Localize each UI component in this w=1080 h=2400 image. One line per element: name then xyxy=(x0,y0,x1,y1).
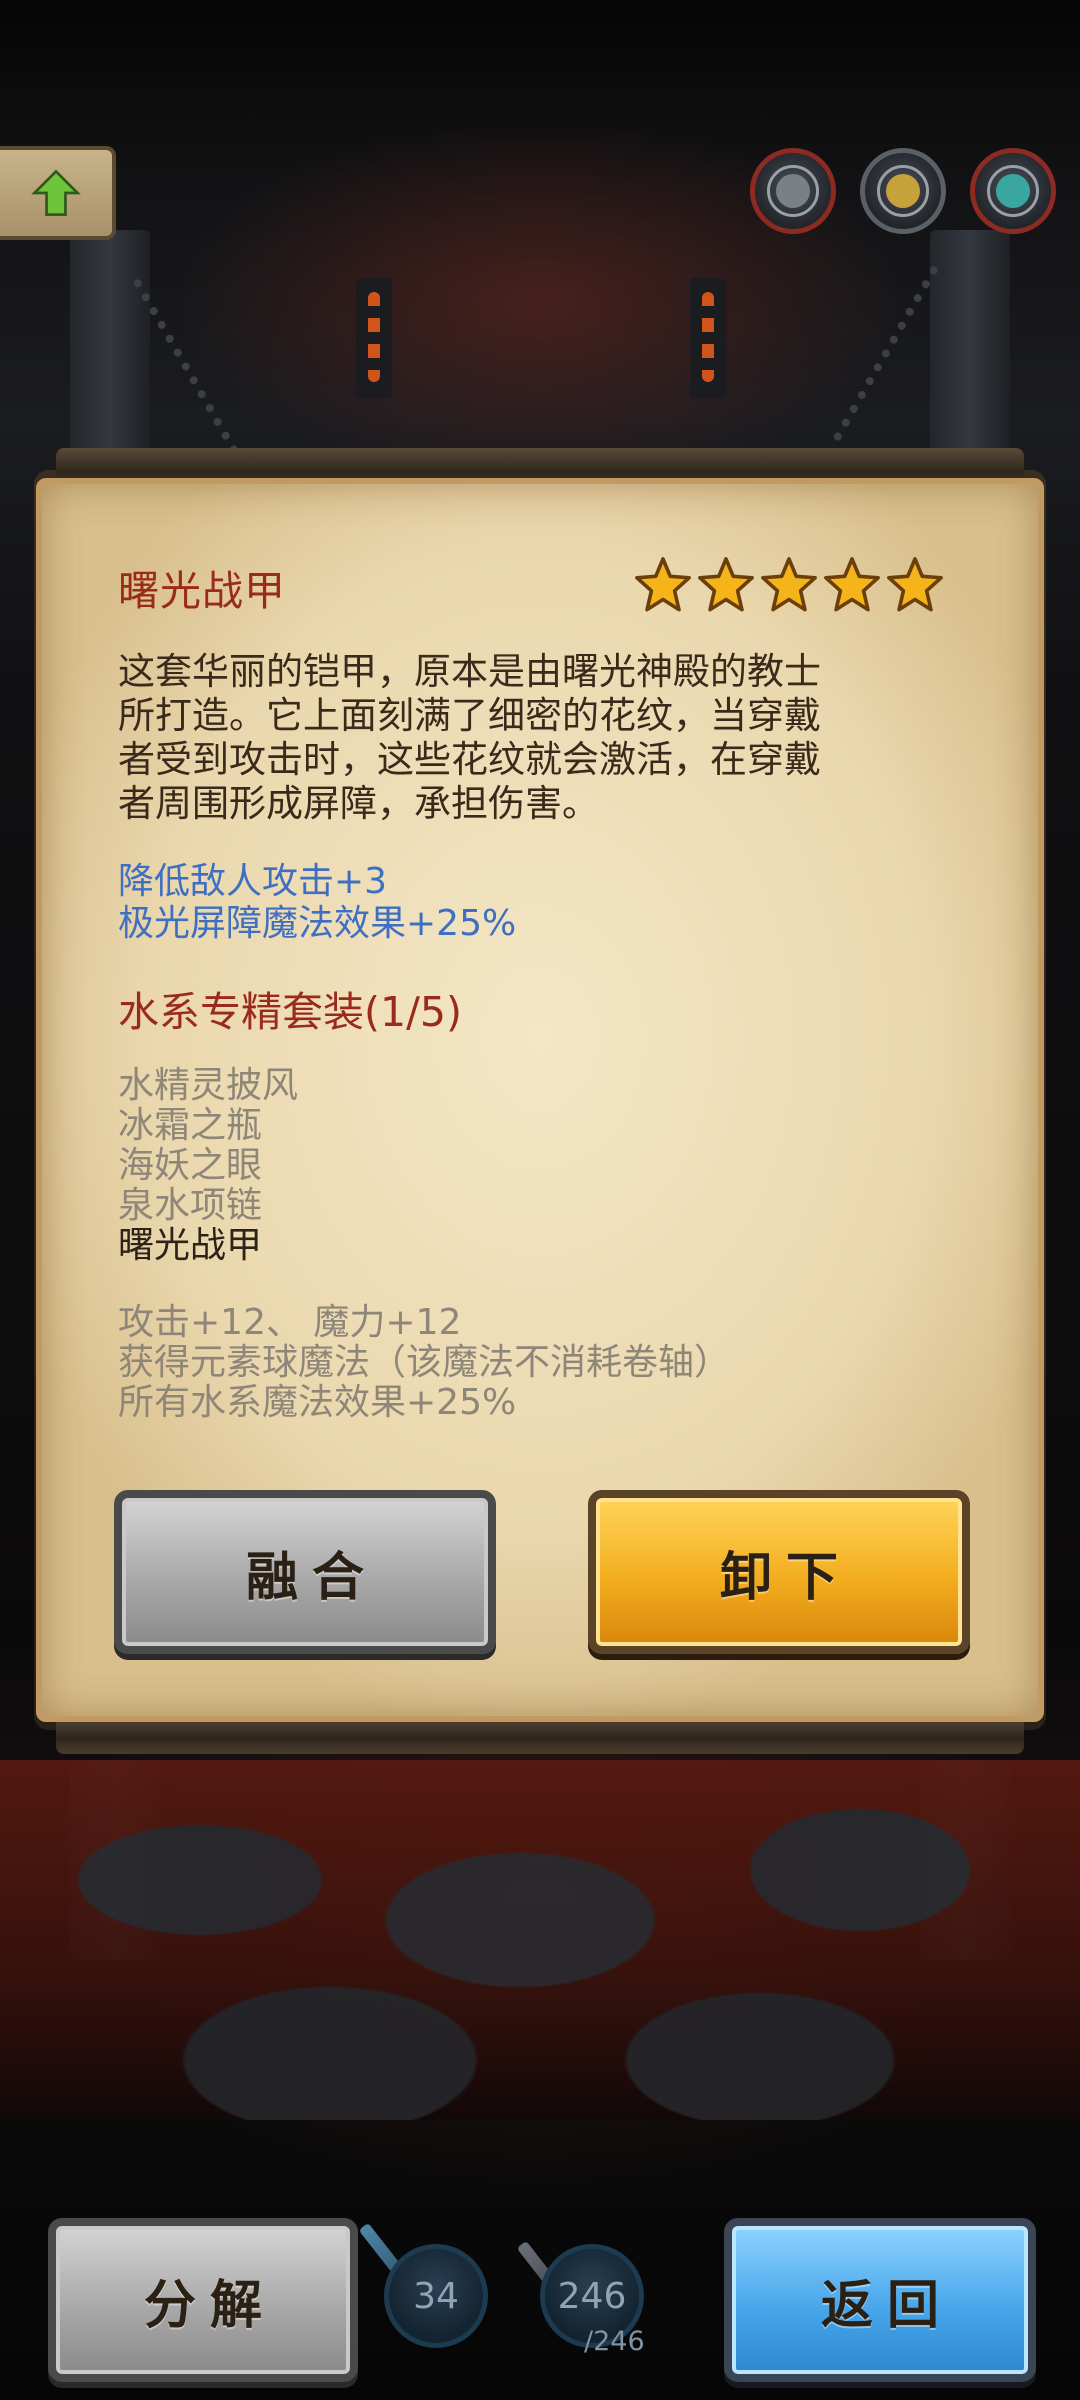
set-piece: 水精灵披风 xyxy=(118,1065,299,1106)
hero-avatar-knight[interactable] xyxy=(750,148,836,234)
set-effect: 攻击+12、 魔力+12 xyxy=(118,1302,462,1343)
bonus-aurora-barrier: 极光屏障魔法效果+25% xyxy=(118,903,517,944)
back-button[interactable]: 返回 xyxy=(724,2218,1036,2382)
rarity-stars xyxy=(634,556,944,614)
description-line: 这套华丽的铠甲，原本是由曙光神殿的教士 xyxy=(118,650,821,693)
set-piece-list: 水精灵披风 冰霜之瓶 海妖之眼 泉水项链 曙光战甲 xyxy=(118,1066,298,1266)
star-icon xyxy=(761,557,817,612)
decompose-label: 分解 xyxy=(143,2275,276,2336)
star-icon xyxy=(824,557,880,612)
up-arrow-icon xyxy=(31,169,81,216)
star-icon xyxy=(887,557,943,612)
set-piece: 海妖之眼 xyxy=(118,1145,263,1186)
set-effect: 获得元素球魔法（该魔法不消耗卷轴） xyxy=(118,1342,731,1383)
bonus-attack-reduction: 降低敌人攻击+3 xyxy=(118,861,388,902)
wall-pillar xyxy=(930,230,1010,460)
set-effects: 攻击+12、 魔力+12 获得元素球魔法（该魔法不消耗卷轴） 所有水系魔法效果+… xyxy=(118,1303,730,1423)
description-line: 者受到攻击时，这些花纹就会激活，在穿戴 xyxy=(118,738,821,781)
star-icon xyxy=(698,557,754,612)
up-arrow-button[interactable] xyxy=(0,146,116,240)
item-name: 曙光战甲 xyxy=(118,567,286,615)
mana-max: /246 xyxy=(584,2326,645,2357)
set-piece: 泉水项链 xyxy=(118,1185,263,1226)
fuse-button[interactable]: 融合 xyxy=(114,1490,496,1654)
set-effect: 所有水系魔法效果+25% xyxy=(118,1382,517,1423)
back-label: 返回 xyxy=(820,2275,953,2336)
fuse-label: 融合 xyxy=(245,1547,378,1608)
set-piece: 冰霜之瓶 xyxy=(118,1105,263,1146)
rune-banner xyxy=(690,278,726,398)
description-line: 所打造。它上面刻满了细密的花纹，当穿戴 xyxy=(118,694,821,737)
rune-banner xyxy=(356,278,392,398)
unequip-label: 卸下 xyxy=(719,1547,852,1608)
decompose-button[interactable]: 分解 xyxy=(48,2218,358,2382)
unequip-button[interactable]: 卸下 xyxy=(588,1490,970,1654)
set-piece-owned: 曙光战甲 xyxy=(118,1225,263,1266)
set-title: 水系专精套装(1/5) xyxy=(118,988,462,1036)
wall-pillar xyxy=(70,230,150,460)
scroll-counter: 34 xyxy=(384,2244,488,2348)
lava-floor xyxy=(0,1760,1080,2120)
mana-current: 246 xyxy=(557,2275,627,2317)
star-icon xyxy=(635,557,691,612)
item-description: 这套华丽的铠甲，原本是由曙光神殿的教士 所打造。它上面刻满了细密的花纹，当穿戴 … xyxy=(118,650,918,826)
hero-avatar-warrior[interactable] xyxy=(860,148,946,234)
hero-avatar-mage[interactable] xyxy=(970,148,1056,234)
description-line: 者周围形成屏障，承担伤害。 xyxy=(118,782,599,825)
scroll-count: 34 xyxy=(413,2275,459,2317)
